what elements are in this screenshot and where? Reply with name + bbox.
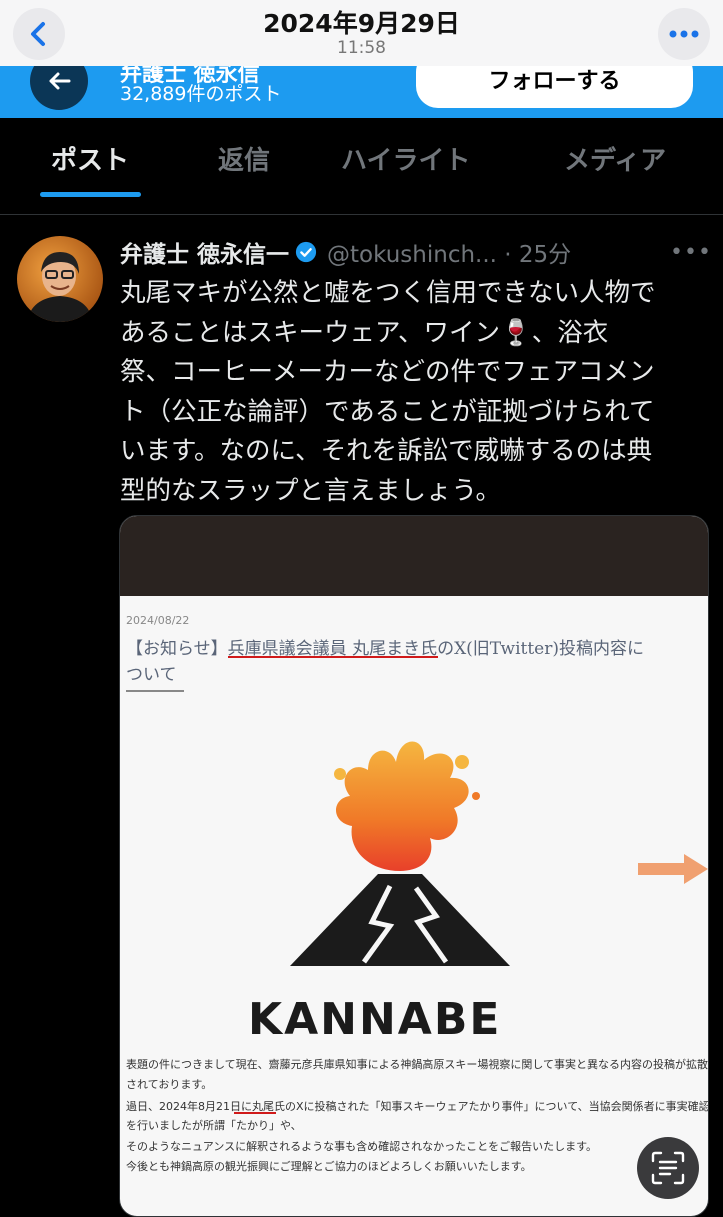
follow-button[interactable]: フォローする — [416, 66, 693, 108]
post-more-button[interactable]: ••• — [670, 238, 711, 266]
notice-body-line: 過日、2024年8月21日に丸尾氏のXに投稿された「知事スキーウェアたかり事件」… — [126, 1100, 709, 1113]
tab-media[interactable]: メディア — [564, 140, 666, 177]
post-text-line: います。なのに、それを訴訟で威嚇するのは典 — [120, 436, 653, 467]
post-text-line: あることはスキーウェア、ワイン🍷、浴衣 — [120, 317, 609, 348]
verified-badge-icon — [295, 241, 317, 263]
media-dark-header — [120, 516, 708, 596]
kannabe-volcano-logo — [290, 741, 510, 966]
avatar[interactable] — [17, 236, 103, 322]
post-handle-time: @tokushinch... · 25分 — [327, 242, 572, 268]
tab-posts[interactable]: ポスト — [51, 140, 129, 177]
live-text-scan-button[interactable] — [637, 1137, 699, 1199]
photo-date: 2024年9月29日 — [263, 9, 460, 38]
notice-body-line: を行いましたが所謂「たかり」や、 — [126, 1119, 302, 1132]
notice-body-line: そのようなニュアンスに解釈されるような事も含め確認されなかったことをご報告いたし… — [126, 1140, 598, 1153]
post-text-line: 型的なスラップと言えましょう。 — [120, 475, 501, 506]
post-text-line: 丸尾マキが公然と嘘をつく信用できない人物で — [120, 278, 656, 308]
photo-time: 11:58 — [337, 38, 386, 58]
notice-body-line: 今後とも神鍋高原の観光振興にご理解とご協力のほどよろしくお願いいたします。 — [126, 1160, 532, 1173]
tab-highlights[interactable]: ハイライト — [341, 140, 470, 177]
profile-back-button[interactable] — [30, 66, 88, 110]
notice-date: 2024/08/22 — [126, 614, 190, 627]
post-author[interactable]: 弁護士 徳永信一 — [120, 235, 289, 269]
notice-body-line: 表題の件につきまして現在、齋藤元彦兵庫県知事による神鍋高原スキー場視察に関して事… — [126, 1058, 709, 1071]
arrow-left-icon — [49, 72, 71, 90]
tab-replies[interactable]: 返信 — [218, 140, 270, 177]
text-scan-icon — [651, 1151, 685, 1185]
post-count: 32,889件のポスト — [120, 83, 282, 105]
red-underline — [234, 1112, 276, 1114]
post-text-line: ト（公正な論評）であることが証拠づけられて — [120, 396, 655, 427]
active-tab-indicator — [40, 192, 141, 197]
post-text-line: 祭、コーヒーメーカーなどの件でフェアコメン — [120, 357, 655, 388]
ellipsis-icon — [669, 30, 699, 38]
more-button[interactable] — [658, 8, 710, 60]
kannabe-wordmark: KANNABE — [248, 994, 502, 1045]
red-underline — [228, 656, 438, 658]
profile-tabs: ポスト 返信 ハイライト メディア — [0, 118, 723, 215]
post-media-image[interactable]: 2024/08/22 【お知らせ】兵庫県議会議員 丸尾まき氏のX(旧Twitte… — [119, 515, 709, 1217]
post-header: 弁護士 徳永信一 @tokushinch... · 25分 — [120, 232, 571, 272]
profile-header-bar: 弁護士 徳永信 32,889件のポスト フォローする — [0, 66, 723, 118]
arrow-right-icon — [638, 854, 708, 884]
photo-viewer-header: 2024年9月29日 11:58 — [0, 0, 723, 66]
post-text: 丸尾マキが公然と嘘をつく信用できない人物で あることはスキーウェア、ワイン🍷、浴… — [120, 274, 710, 512]
notice-title-continued: ついて — [126, 665, 177, 685]
title-divider — [126, 690, 184, 692]
notice-body-line: されております。 — [126, 1078, 213, 1091]
